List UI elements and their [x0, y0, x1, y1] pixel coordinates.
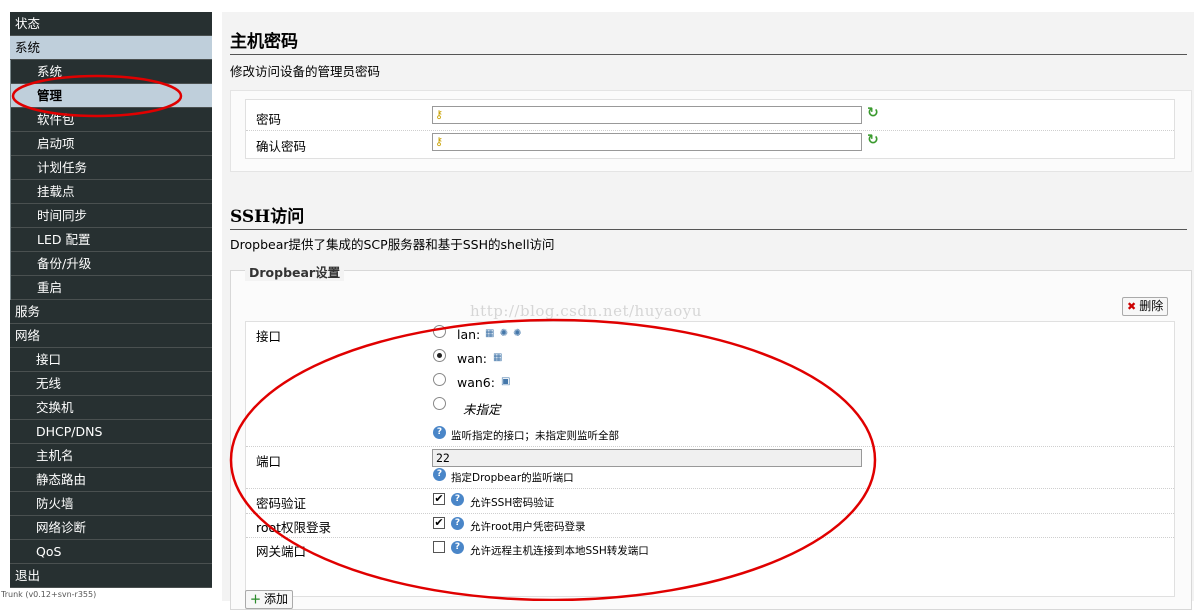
ethernet-icon: ▣	[501, 376, 512, 387]
sidebar: 状态 系统 系统 管理 软件包 启动项 计划任务 挂载点 时间同步 LED 配置…	[10, 12, 212, 588]
root-login-checkbox[interactable]: ✔	[433, 517, 445, 529]
dropbear-fieldset: Dropbear设置 ✖ 删除 接口 lan: ▦ ✺ ✺ wan: ▦ wan6…	[230, 262, 1192, 610]
ssh-desc: Dropbear提供了集成的SCP服务器和基于SSH的shell访问	[230, 237, 555, 252]
dropbear-legend: Dropbear设置	[245, 262, 345, 281]
interface-option-wan6: wan6:	[457, 375, 495, 390]
root-login-help: 允许root用户凭密码登录	[470, 521, 586, 533]
nav-system-time-sync[interactable]: 时间同步	[11, 204, 212, 228]
interface-option-lan: lan:	[457, 327, 481, 342]
gateway-ports-help: 允许远程主机连接到本地SSH转发端口	[470, 545, 649, 557]
interface-radio-unspecified[interactable]	[433, 397, 446, 410]
password-label: 密码	[256, 112, 282, 127]
nav-system-startup[interactable]: 启动项	[11, 132, 212, 156]
nav-network-interfaces[interactable]: 接口	[10, 348, 212, 372]
nav-system-led[interactable]: LED 配置	[11, 228, 212, 252]
network-icon: ▦ ✺ ✺	[485, 328, 523, 339]
reveal-confirm-icon[interactable]: ↻	[867, 132, 879, 148]
dropbear-table: 接口 lan: ▦ ✺ ✺ wan: ▦ wan6: ▣ 未指定 ? 监听指定的…	[245, 321, 1175, 597]
delete-icon: ✖	[1127, 300, 1137, 313]
port-help: 指定Dropbear的监听端口	[451, 472, 574, 484]
nav-network-qos[interactable]: QoS	[10, 540, 212, 564]
nav-system-system[interactable]: 系统	[11, 60, 212, 84]
watermark: http://blog.csdn.net/huyaoyu	[470, 302, 702, 320]
root-login-label: root权限登录	[256, 520, 332, 535]
nav-system-software[interactable]: 软件包	[11, 108, 212, 132]
nav-system-mounts[interactable]: 挂载点	[11, 180, 212, 204]
nav-network-dhcp[interactable]: DHCP/DNS	[10, 420, 212, 444]
password-fieldset: 密码 ⚷ ↻ 确认密码 ⚷ ↻	[230, 90, 1192, 172]
gateway-ports-checkbox[interactable]	[433, 541, 445, 553]
host-password-desc: 修改访问设备的管理员密码	[230, 64, 381, 79]
nav-system-backup[interactable]: 备份/升级	[11, 252, 212, 276]
interface-label: 接口	[256, 329, 282, 344]
nav-system-crontab[interactable]: 计划任务	[11, 156, 212, 180]
password-table: 密码 ⚷ ↻ 确认密码 ⚷ ↻	[245, 99, 1175, 159]
reveal-password-icon[interactable]: ↻	[867, 105, 879, 121]
nav-system-admin[interactable]: 管理	[11, 84, 212, 108]
interface-option-unspecified: 未指定	[463, 402, 501, 417]
gateway-ports-label: 网关端口	[256, 544, 307, 559]
interface-radio-wan[interactable]	[433, 349, 446, 362]
confirm-password-input[interactable]: ⚷	[432, 133, 862, 151]
key-icon: ⚷	[435, 135, 444, 148]
nav-network-switch[interactable]: 交换机	[10, 396, 212, 420]
password-auth-checkbox[interactable]: ✔	[433, 493, 445, 505]
nav-network-routes[interactable]: 静态路由	[10, 468, 212, 492]
port-input[interactable]: 22	[432, 449, 862, 467]
nav-network-wireless[interactable]: 无线	[10, 372, 212, 396]
interface-radio-lan[interactable]	[433, 325, 446, 338]
interface-option-wan: wan:	[457, 351, 488, 366]
help-icon: ?	[451, 493, 464, 506]
key-icon: ⚷	[435, 108, 444, 121]
ssh-title: SSH访问	[230, 202, 1187, 230]
nav-network-diagnostics[interactable]: 网络诊断	[10, 516, 212, 540]
interface-radio-wan6[interactable]	[433, 373, 446, 386]
delete-button[interactable]: ✖ 删除	[1122, 297, 1169, 316]
nav-network-hostnames[interactable]: 主机名	[10, 444, 212, 468]
nav-status[interactable]: 状态	[10, 12, 212, 36]
network-icon: ▦	[493, 352, 504, 363]
add-button[interactable]: ＋添加	[245, 590, 294, 609]
nav-network[interactable]: 网络	[10, 324, 212, 348]
help-icon: ?	[451, 517, 464, 530]
password-input[interactable]: ⚷	[432, 106, 862, 124]
nav-system[interactable]: 系统	[10, 36, 212, 60]
help-icon: ?	[433, 426, 446, 439]
nav-network-firewall[interactable]: 防火墙	[10, 492, 212, 516]
help-icon: ?	[451, 541, 464, 554]
main-content: 主机密码 修改访问设备的管理员密码 密码 ⚷ ↻ 确认密码 ⚷ ↻ SSH访问 …	[222, 12, 1194, 610]
nav-logout[interactable]: 退出	[10, 564, 212, 588]
nav-services[interactable]: 服务	[10, 300, 212, 324]
confirm-password-label: 确认密码	[256, 139, 307, 154]
version-label: Trunk (v0.12+svn-r355)	[1, 590, 97, 599]
host-password-title: 主机密码	[230, 27, 1187, 55]
interface-help: 监听指定的接口；未指定则监听全部	[451, 430, 619, 442]
help-icon: ?	[433, 468, 446, 481]
nav-system-reboot[interactable]: 重启	[11, 276, 212, 300]
password-auth-help: 允许SSH密码验证	[470, 497, 555, 509]
password-auth-label: 密码验证	[256, 496, 307, 511]
port-label: 端口	[256, 454, 282, 469]
add-icon: ＋	[250, 593, 261, 606]
